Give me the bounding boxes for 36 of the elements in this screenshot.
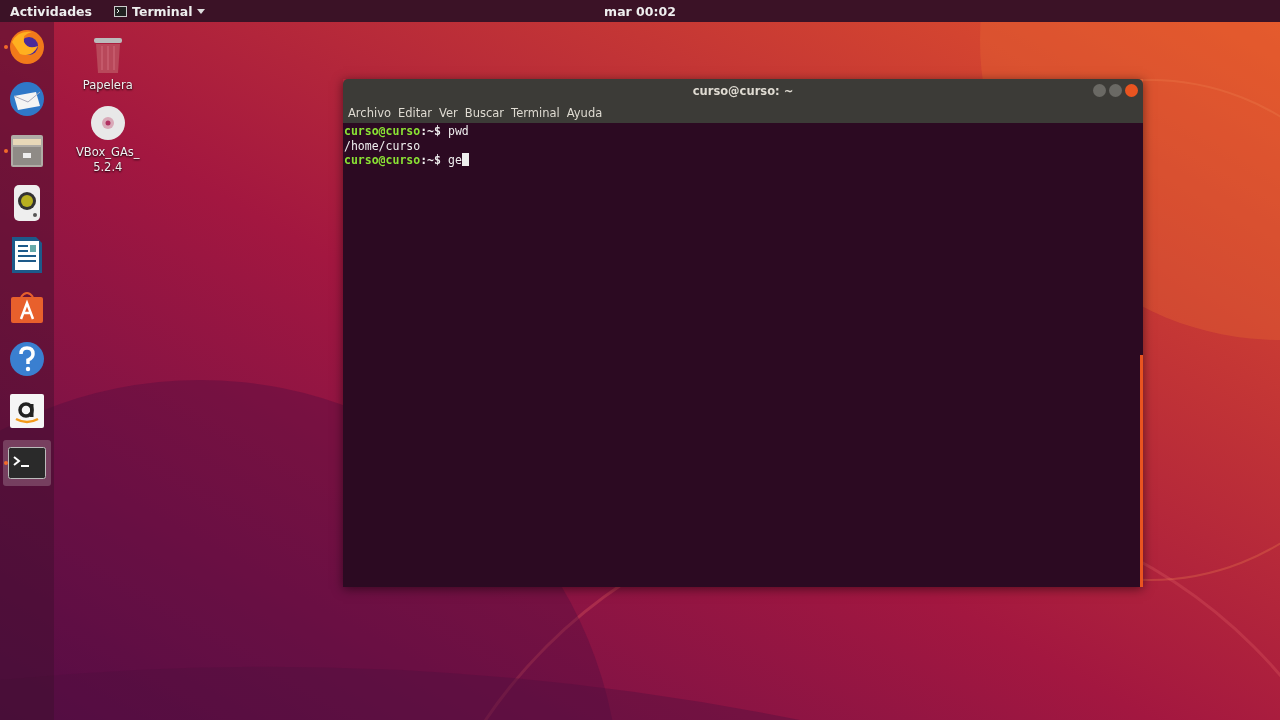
prompt-user-host: curso@curso	[344, 124, 421, 139]
file-cabinet-icon	[9, 133, 45, 169]
prompt-path: :~$	[420, 124, 441, 139]
speaker-icon	[13, 184, 41, 222]
close-button[interactable]	[1125, 84, 1138, 97]
window-title: curso@curso: ~	[692, 84, 794, 98]
activities-button[interactable]: Actividades	[0, 3, 103, 19]
prompt-path: :~$	[420, 153, 441, 168]
desktop-icon-label[interactable]: Papelera	[82, 78, 133, 93]
mail-icon	[8, 80, 46, 118]
help-icon	[9, 341, 45, 377]
terminal-area[interactable]: curso@curso:~$ pwd /home/curso curso@curso:~$ ge	[343, 123, 1143, 587]
command-text: ge	[447, 153, 462, 168]
trash-icon[interactable]	[91, 36, 124, 74]
output-text: /home/curso	[344, 138, 421, 153]
menu-item[interactable]: Buscar	[464, 106, 505, 120]
document-icon	[11, 236, 43, 274]
terminal-icon	[114, 5, 128, 17]
disc-icon[interactable]	[89, 104, 126, 141]
browser-icon	[8, 28, 46, 66]
shopping-icon	[10, 394, 44, 428]
terminal-icon	[8, 447, 46, 479]
caret-icon	[197, 8, 206, 14]
clock[interactable]: mar 00:02	[598, 4, 682, 19]
menu-item[interactable]: Archivo	[348, 106, 391, 120]
prompt-user-host: curso@curso	[344, 153, 421, 168]
menu-item[interactable]: Ayuda	[566, 106, 603, 120]
menu-item[interactable]: Ver	[439, 106, 458, 120]
scrollbar[interactable]	[1140, 355, 1143, 587]
shopping-bag-icon	[9, 289, 45, 325]
menu-item[interactable]: Editar	[398, 106, 433, 120]
command-text: pwd	[447, 124, 469, 139]
menu-item[interactable]: Terminal	[511, 106, 560, 120]
dock-item[interactable]	[3, 440, 51, 486]
app-menu[interactable]: Terminal	[104, 3, 216, 19]
desktop-icon-label[interactable]: VBox_GAs_ 5.2.4	[76, 144, 140, 175]
